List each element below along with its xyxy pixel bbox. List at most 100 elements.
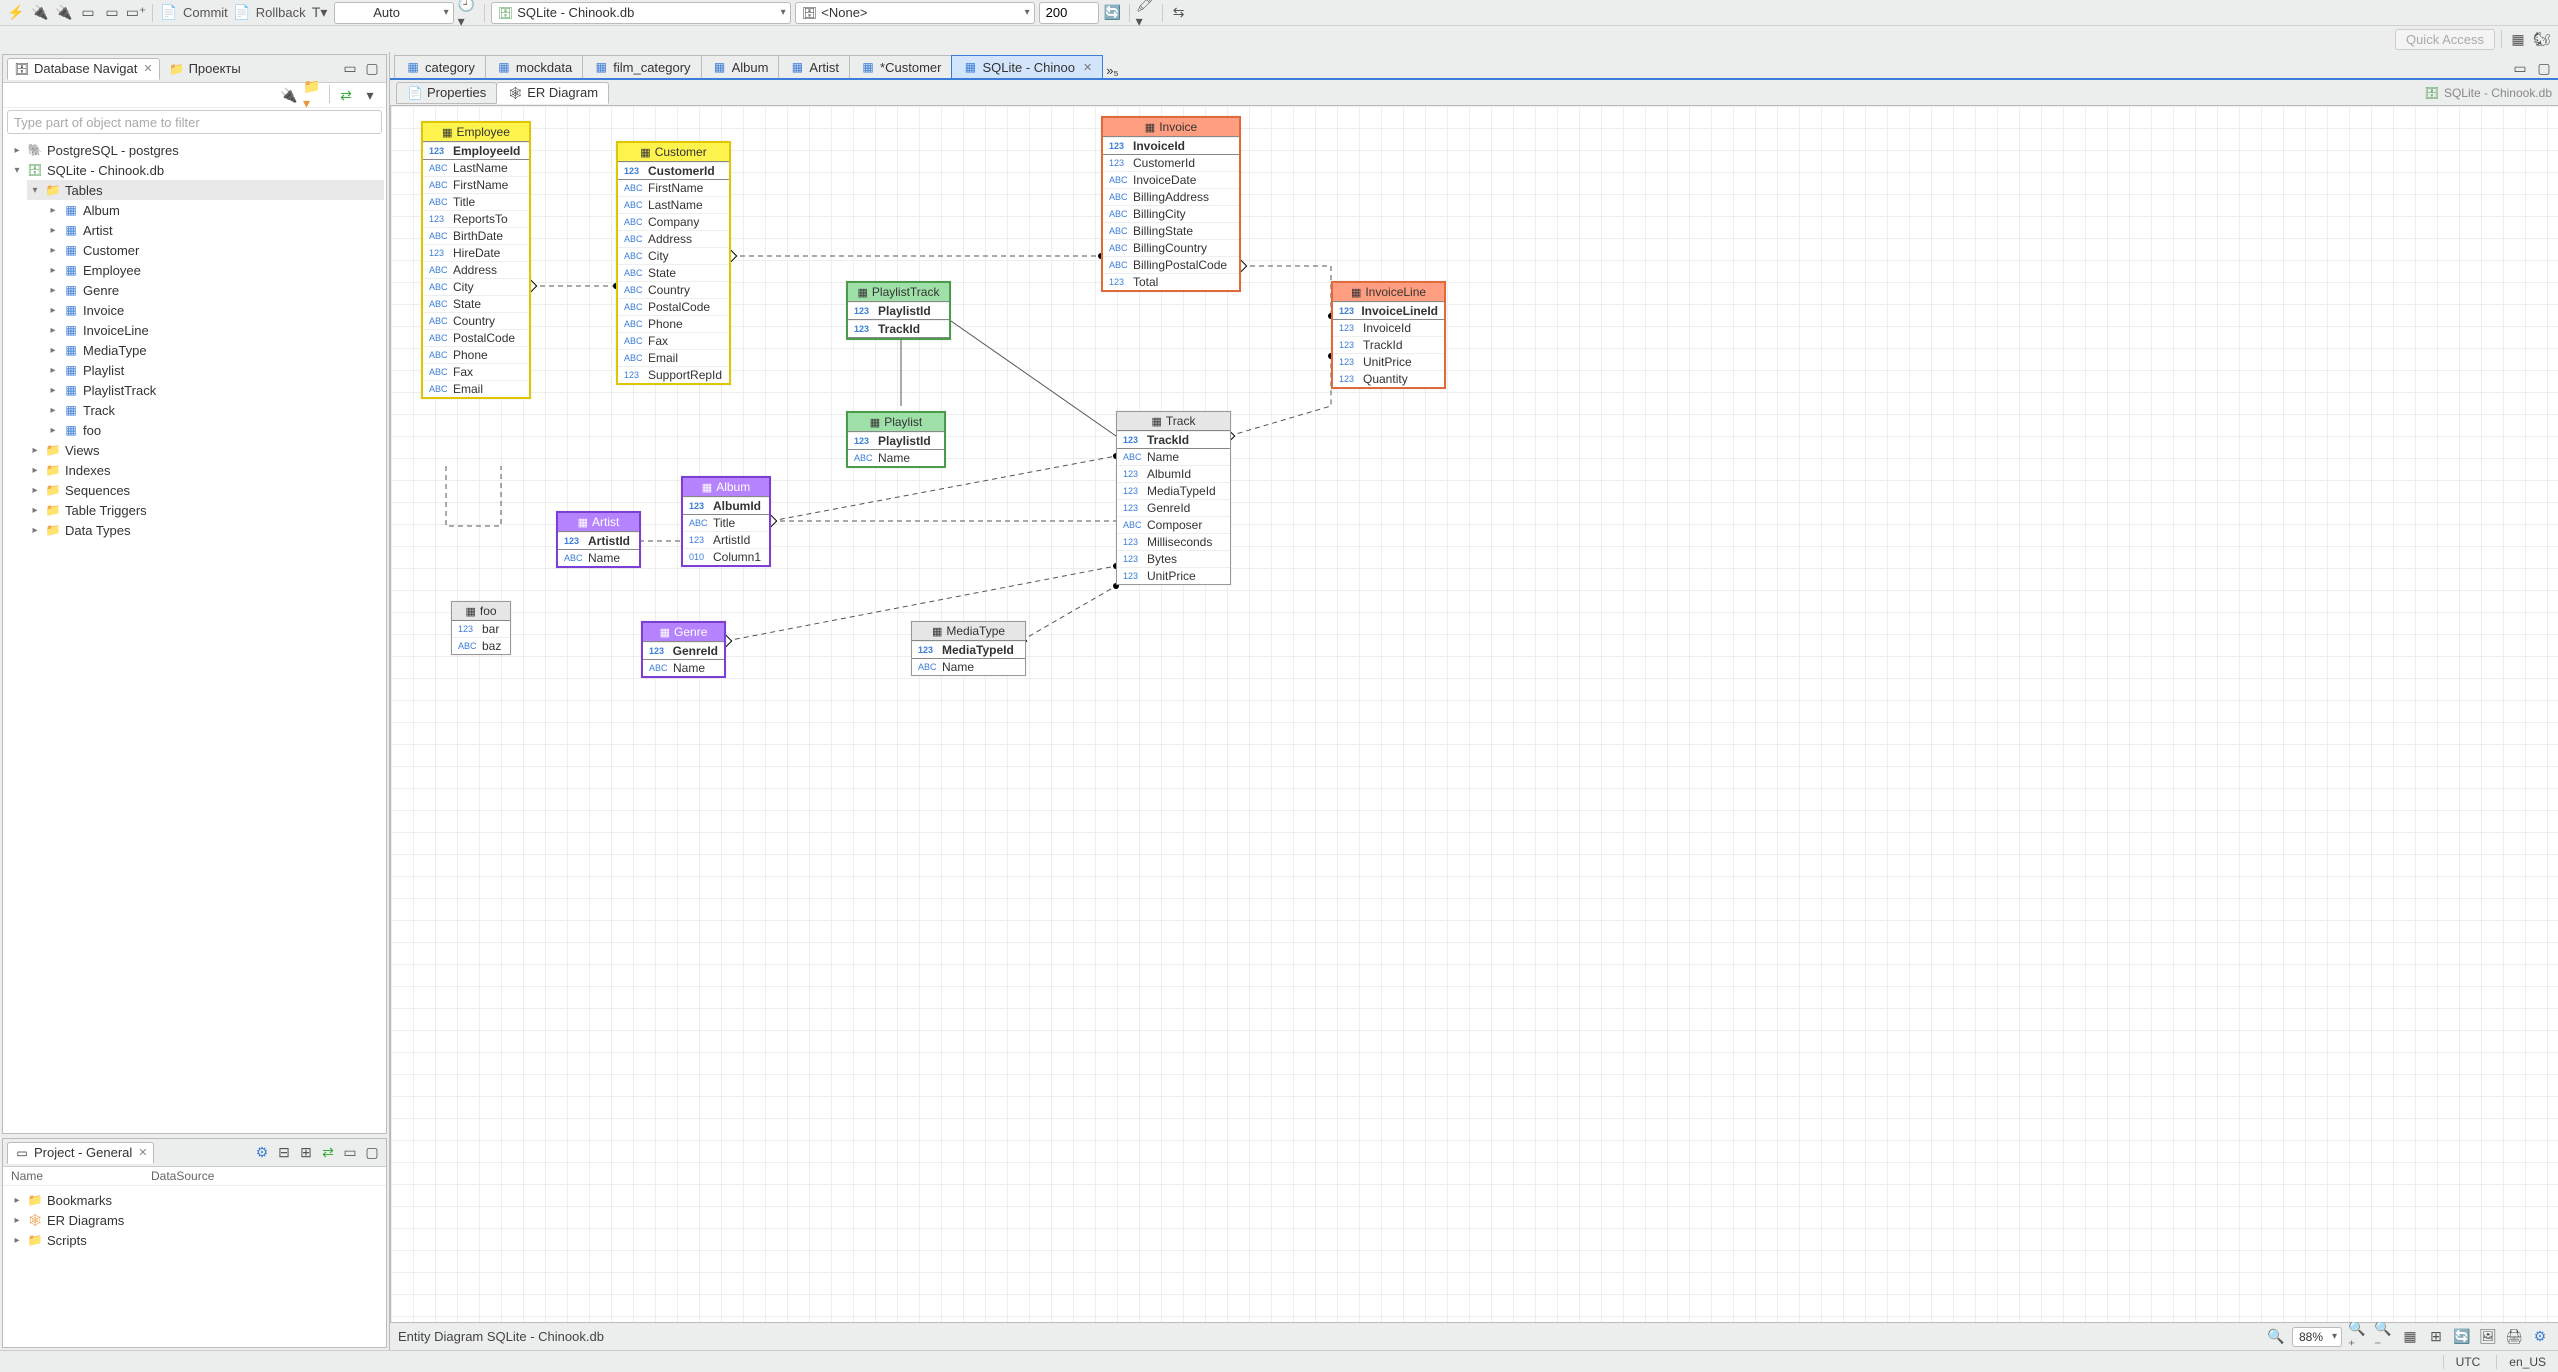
entity-album[interactable]: ▦Album 123AlbumId ABCTitle123ArtistId010… [681,476,771,567]
tree-tables-folder[interactable]: ▾📁Tables [27,180,384,200]
project-item-bookmarks[interactable]: ▸📁Bookmarks [9,1190,384,1210]
subtab-er-diagram[interactable]: 🕸ER Diagram [496,82,609,104]
rollback-label[interactable]: Rollback [256,5,306,20]
minimize-icon[interactable]: ▭ [340,1143,360,1163]
editor-tab-artist[interactable]: ▦Artist [778,55,850,78]
editor-tab-mockdata[interactable]: ▦mockdata [485,55,583,78]
tree-table-track[interactable]: ▸▦Track [45,400,384,420]
tree-table-album[interactable]: ▸▦Album [45,200,384,220]
column-quantity[interactable]: 123Quantity [1333,370,1444,387]
column-phone[interactable]: ABCPhone [618,315,729,332]
sql-script-icon[interactable]: ▭ [102,3,122,23]
column-invoiceid[interactable]: 123InvoiceId [1333,320,1444,336]
column-firstname[interactable]: ABCFirstName [618,180,729,196]
column-total[interactable]: 123Total [1103,273,1239,290]
tree-sequences-folder[interactable]: ▸📁Sequences [27,480,384,500]
column-name[interactable]: ABCName [1117,449,1230,465]
column-city[interactable]: ABCCity [423,278,529,295]
settings-icon[interactable]: ⚙ [2530,1327,2550,1347]
project-item-scripts[interactable]: ▸📁Scripts [9,1230,384,1250]
grid-icon[interactable]: ⊞ [2426,1327,2446,1347]
column-milliseconds[interactable]: 123Milliseconds [1117,533,1230,550]
editor-tab-sqlite-chinoo[interactable]: ▦SQLite - Chinoo✕ [951,55,1103,78]
editor-minimize-icon[interactable]: ▭ [2510,58,2530,78]
close-icon[interactable]: ✕ [1083,61,1092,74]
editor-tab-category[interactable]: ▦category [394,55,486,78]
navigator-filter-input[interactable] [7,110,382,134]
column-country[interactable]: ABCCountry [423,312,529,329]
tree-table-customer[interactable]: ▸▦Customer [45,240,384,260]
tree-table-employee[interactable]: ▸▦Employee [45,260,384,280]
quick-access-field[interactable]: Quick Access [2395,29,2495,50]
project-tab[interactable]: ▭ Project - General✕ [7,1142,154,1164]
entity-employee[interactable]: ▦Employee 123EmployeeId ABCLastNameABCFi… [421,121,531,399]
column-invoicedate[interactable]: ABCInvoiceDate [1103,171,1239,188]
refresh-icon[interactable]: 🔄 [1103,3,1123,23]
connect-icon[interactable]: ⚡ [6,3,26,23]
add-icon[interactable]: ⊞ [296,1143,316,1163]
export-icon[interactable]: 🖼 [2478,1327,2498,1347]
perspective-icon[interactable]: ▦ [2508,29,2528,49]
subtab-properties[interactable]: 📄Properties [396,82,497,104]
column-name[interactable]: ABCName [558,550,639,566]
column-supportrepid[interactable]: 123SupportRepId [618,366,729,383]
column-postalcode[interactable]: ABCPostalCode [618,298,729,315]
connection-dropdown-1[interactable]: 🗄 SQLite - Chinook.db [491,2,791,24]
column-fax[interactable]: ABCFax [618,332,729,349]
layout-icon[interactable]: ▦ [2400,1327,2420,1347]
nav-folder-icon[interactable]: 📁▾ [303,85,323,105]
column-trackid[interactable]: 123TrackId [1333,336,1444,353]
rollback-icon[interactable]: 📄 [232,3,252,23]
sql-new-icon[interactable]: ▭⁺ [126,3,146,23]
projects-tab[interactable]: 📁 Проекты [162,58,248,80]
column-phone[interactable]: ABCPhone [423,346,529,363]
highlight-icon[interactable]: 🖍▾ [1136,3,1156,23]
disconnect-icon[interactable]: 🔌 [54,3,74,23]
entity-artist[interactable]: ▦Artist 123ArtistId ABCName [556,511,641,568]
column-name[interactable]: ABCName [643,660,724,676]
dbeaver-perspective-icon[interactable]: 🐿 [2532,29,2552,49]
project-item-er diagrams[interactable]: ▸🕸ER Diagrams [9,1210,384,1230]
column-city[interactable]: ABCCity [618,247,729,264]
editor-tab--customer[interactable]: ▦*Customer [849,55,952,78]
search-icon[interactable]: 🔍 [2266,1327,2286,1347]
commit-icon[interactable]: 📄 [159,3,179,23]
column-billingstate[interactable]: ABCBillingState [1103,222,1239,239]
column-mediatypeid[interactable]: 123MediaTypeId [1117,482,1230,499]
column-birthdate[interactable]: ABCBirthDate [423,227,529,244]
minimize-icon[interactable]: ▭ [340,59,360,79]
nav-menu-icon[interactable]: ▾ [360,85,380,105]
tx-icon[interactable]: T▾ [310,3,330,23]
column-bytes[interactable]: 123Bytes [1117,550,1230,567]
editor-tab-film-category[interactable]: ▦film_category [582,55,701,78]
zoom-dropdown[interactable]: 88% [2292,1327,2342,1347]
tree-views-folder[interactable]: ▸📁Views [27,440,384,460]
column-title[interactable]: ABCTitle [423,193,529,210]
column-customerid[interactable]: 123CustomerId [1103,155,1239,171]
tree-table-playlisttrack[interactable]: ▸▦PlaylistTrack [45,380,384,400]
editor-tab-album[interactable]: ▦Album [701,55,780,78]
column-baz[interactable]: ABCbaz [452,637,510,654]
column-billingaddress[interactable]: ABCBillingAddress [1103,188,1239,205]
entity-genre[interactable]: ▦Genre 123GenreId ABCName [641,621,726,678]
column-country[interactable]: ABCCountry [618,281,729,298]
column-composer[interactable]: ABCComposer [1117,516,1230,533]
tree-datatypes-folder[interactable]: ▸📁Data Types [27,520,384,540]
column-bar[interactable]: 123bar [452,621,510,637]
column-title[interactable]: ABCTitle [683,515,769,531]
column-billingcity[interactable]: ABCBillingCity [1103,205,1239,222]
connection-dropdown-2[interactable]: 🗄 <None> [795,2,1035,24]
entity-customer[interactable]: ▦Customer 123CustomerId ABCFirstNameABCL… [616,141,731,385]
column-state[interactable]: ABCState [618,264,729,281]
tab-overflow-button[interactable]: »₅ [1106,63,1118,78]
column-company[interactable]: ABCCompany [618,213,729,230]
column-state[interactable]: ABCState [423,295,529,312]
column-firstname[interactable]: ABCFirstName [423,176,529,193]
tree-table-foo[interactable]: ▸▦foo [45,420,384,440]
navigator-tab[interactable]: 🗄 Database Navigat✕ [7,58,160,80]
tree-conn-postgres[interactable]: ▸🐘PostgreSQL - postgres [9,140,384,160]
column-artistid[interactable]: 123ArtistId [683,531,769,548]
column-name[interactable]: ABCName [912,659,1025,675]
link-icon[interactable]: ⇄ [318,1143,338,1163]
entity-mediatype[interactable]: ▦MediaType 123MediaTypeId ABCName [911,621,1026,676]
